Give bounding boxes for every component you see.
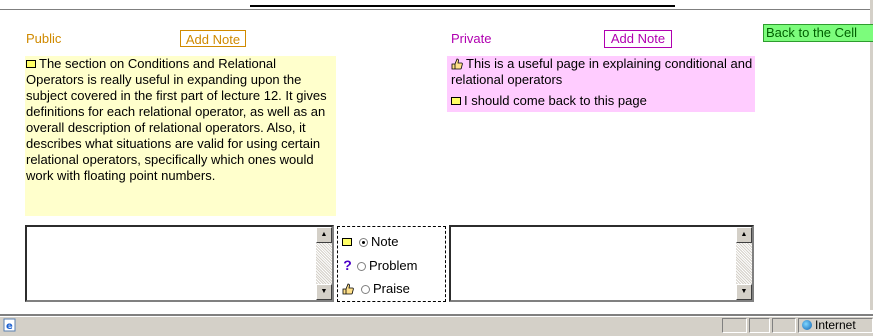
private-add-note-button[interactable]: Add Note (604, 30, 672, 48)
ie-page-icon: e (3, 318, 17, 332)
top-border (0, 0, 873, 10)
praise-radio[interactable] (361, 285, 370, 294)
svg-text:e: e (6, 321, 13, 332)
note-type-option[interactable]: ? Problem (342, 255, 417, 275)
scroll-down-arrow-icon[interactable]: ▼ (316, 284, 332, 300)
security-zone: Internet (798, 318, 873, 333)
scrollbar[interactable]: ▲ ▼ (736, 227, 752, 300)
scroll-up-arrow-icon[interactable]: ▲ (316, 227, 332, 243)
scroll-up-arrow-icon[interactable]: ▲ (736, 227, 752, 243)
private-note-input[interactable]: ▲ ▼ (449, 225, 754, 302)
scrollbar[interactable]: ▲ ▼ (316, 227, 332, 300)
top-rule (250, 5, 675, 7)
private-note-text: This is a useful page in explaining cond… (451, 56, 753, 87)
note-type-label: Praise (373, 281, 410, 296)
status-pane (772, 318, 796, 333)
note-icon (26, 60, 36, 68)
private-note-item: I should come back to this page (447, 93, 755, 112)
thumbs-up-icon (342, 283, 354, 295)
note-type-selector: Note ? Problem Praise (337, 226, 446, 302)
private-note-item: This is a useful page in explaining cond… (447, 56, 755, 93)
private-notes: This is a useful page in explaining cond… (447, 56, 755, 112)
note-icon (451, 97, 461, 105)
scroll-down-arrow-icon[interactable]: ▼ (736, 284, 752, 300)
public-note: The section on Conditions and Relational… (25, 56, 336, 216)
globe-icon (802, 320, 812, 330)
private-note-text: I should come back to this page (464, 93, 647, 108)
public-note-input[interactable]: ▲ ▼ (25, 225, 334, 302)
question-icon: ? (343, 257, 352, 273)
note-radio[interactable] (359, 238, 368, 247)
note-type-option[interactable]: Praise (342, 279, 410, 299)
status-pane (722, 318, 747, 333)
thumbs-up-icon (451, 58, 463, 70)
back-to-cell-button[interactable]: Back to the Cell (763, 24, 873, 42)
note-type-label: Note (371, 234, 399, 249)
public-note-text: The section on Conditions and Relational… (26, 56, 327, 183)
note-type-option[interactable]: Note (342, 232, 398, 252)
public-label: Public (26, 31, 62, 46)
zone-label: Internet (815, 318, 856, 332)
note-icon (342, 238, 352, 246)
status-pane (749, 318, 770, 333)
note-type-label: Problem (369, 258, 418, 273)
problem-radio[interactable] (357, 262, 366, 271)
public-add-note-button[interactable]: Add Note (180, 30, 246, 47)
private-label: Private (451, 31, 492, 46)
